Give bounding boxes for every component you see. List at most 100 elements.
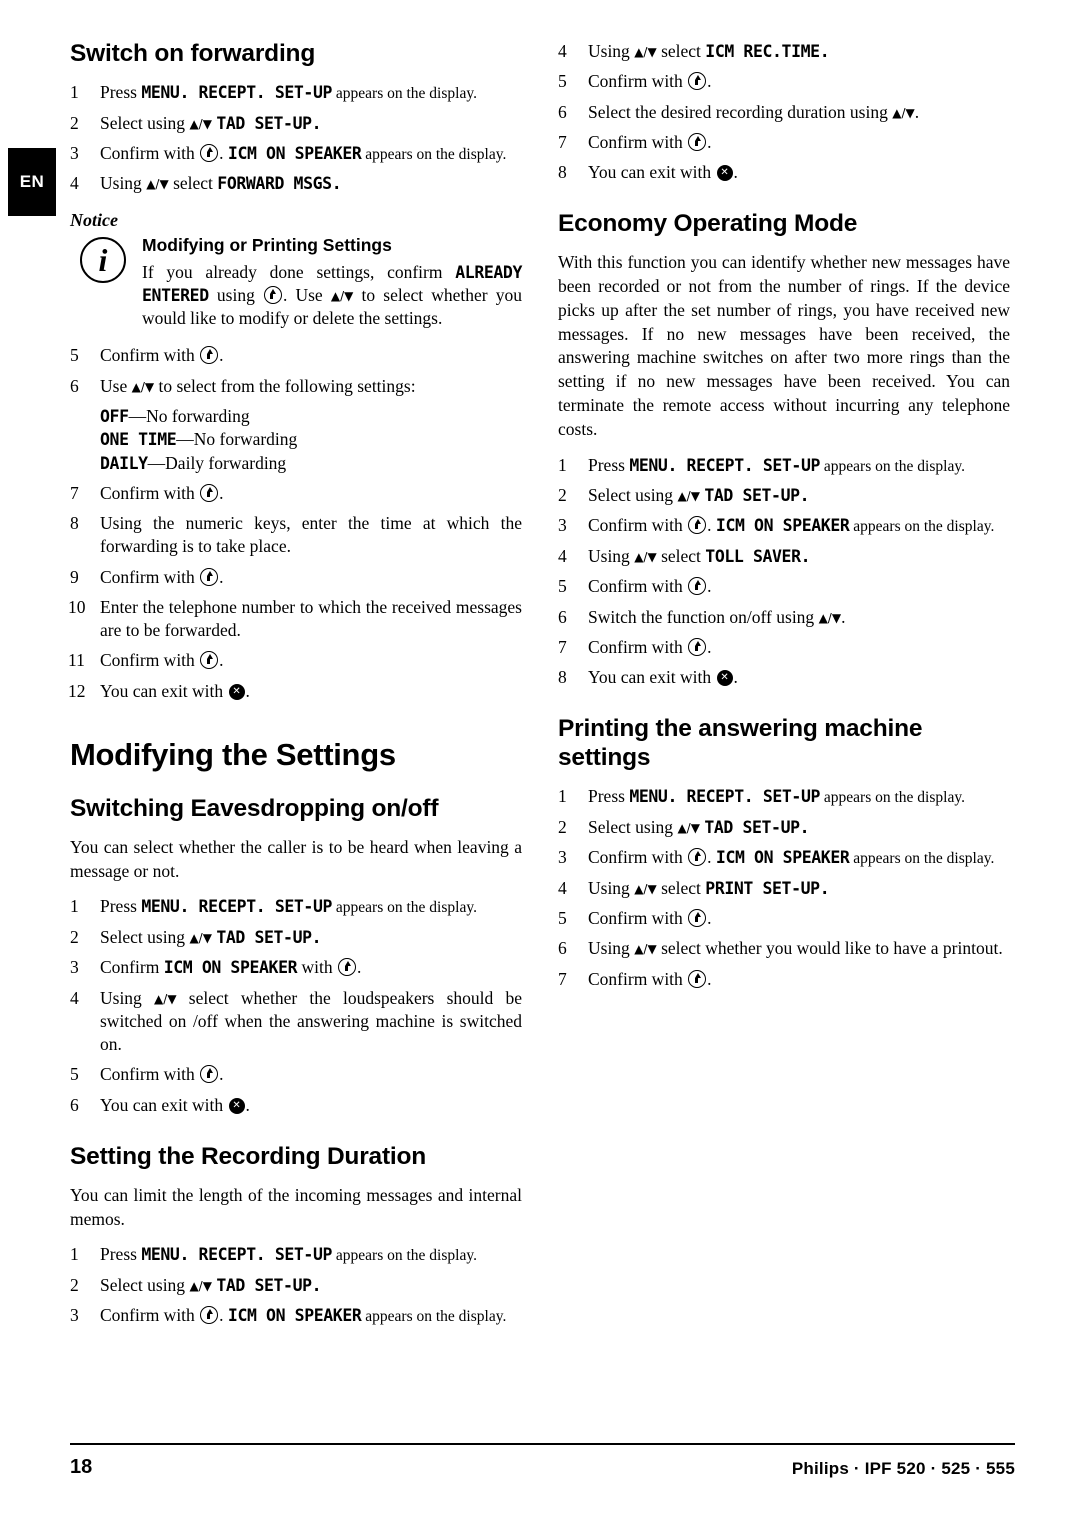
menu-keyword: RECEPT. SET-UP (198, 897, 333, 917)
menu-keyword: . (819, 878, 830, 898)
step-text: . (707, 847, 716, 868)
menu-keyword: TAD SET-UP (216, 1275, 312, 1295)
steps-switch-on-forwarding-3: 7 Confirm with . 8 Using the numeric keys, … (68, 482, 522, 703)
footer-brand: Philips · IPF 520 · 525 · 555 (791, 1459, 1015, 1478)
up-down-arrows-icon: ▲/▼ (146, 177, 169, 192)
step-text: select (656, 877, 706, 898)
step-text: . (219, 1064, 224, 1085)
ok-button-icon (263, 285, 282, 304)
step-number: 12 (68, 680, 86, 701)
ok-button-icon (688, 72, 707, 91)
step-text: . (707, 515, 716, 536)
ok-button-icon (688, 132, 707, 151)
forwarding-settings-list: OFF—No forwarding ONE TIME—No forwarding D… (70, 405, 522, 475)
step-text: appears on the display. (332, 84, 477, 102)
menu-keyword: ICM ON SPEAKER (227, 143, 362, 163)
instruction-step: 1 Press MENU. RECEPT. SET-UP appears on t… (70, 81, 522, 105)
step-text: Select using (100, 112, 190, 133)
step-text: . (707, 907, 712, 928)
instruction-step: 5 Confirm with . (558, 907, 1010, 930)
step-text: . (733, 667, 738, 688)
step-text: . (707, 968, 712, 989)
up-down-arrows-icon: ▲/▼ (892, 105, 915, 120)
instruction-step: 2 Select using ▲/▼ TAD SET-UP. (558, 484, 1010, 507)
step-number: 7 (70, 482, 79, 503)
step-number: 8 (558, 162, 567, 183)
up-down-arrows-icon: ▲/▼ (818, 610, 842, 625)
menu-keyword: . (311, 1275, 322, 1295)
menu-keyword: ICM ON SPEAKER (715, 848, 850, 868)
step-text: . (707, 576, 712, 597)
step-number: 6 (70, 1094, 79, 1115)
ok-button-icon (200, 1065, 219, 1084)
footer-divider (70, 1443, 1015, 1445)
up-down-arrows-icon: ▲/▼ (677, 489, 700, 504)
step-number: 1 (70, 1244, 79, 1265)
menu-keyword: MENU (141, 1245, 180, 1265)
instruction-step: 12 You can exit with . (68, 680, 522, 703)
instruction-step: 6 Select the desired recording duration u… (558, 101, 1010, 124)
menu-keyword: . (800, 547, 811, 567)
ok-button-icon (200, 483, 219, 502)
right-column: 4 Using ▲/▼ select ICM REC.TIME. 5 Confirm … (558, 40, 1010, 998)
step-number: 11 (68, 650, 85, 671)
step-text: Confirm with (100, 482, 200, 503)
step-text: Confirm with (100, 566, 200, 587)
instruction-step: 8 You can exit with . (558, 666, 1010, 689)
steps-switch-on-forwarding-2: 5 Confirm with . 6 Use ▲/▼ to select from t… (70, 344, 522, 398)
instruction-step: 9 Confirm with . (70, 566, 522, 589)
up-down-arrows-icon: ▲/▼ (634, 881, 657, 896)
step-text: Press (100, 896, 142, 917)
instruction-step: 6 Use ▲/▼ to select from the following se… (70, 375, 522, 398)
up-down-arrows-icon: ▲/▼ (189, 931, 212, 946)
heading-economy-operating-mode: Economy Operating Mode (558, 210, 858, 238)
menu-keyword: . (799, 486, 810, 506)
instruction-step: 5 Confirm with . (558, 70, 1010, 93)
step-number: 3 (558, 847, 567, 868)
step-text: Confirm with (588, 968, 688, 989)
step-number: 2 (558, 485, 567, 506)
step-number: 5 (70, 345, 79, 366)
ok-button-icon (688, 516, 707, 535)
step-number: 8 (70, 513, 79, 534)
ok-button-icon (688, 848, 707, 867)
instruction-step: 1 Press MENU. RECEPT. SET-UP appears on t… (70, 895, 522, 919)
step-text: Confirm with (588, 636, 688, 657)
step-text: Confirm with (588, 515, 688, 536)
menu-keyword: RECEPT. SET-UP (198, 1245, 333, 1265)
menu-keyword: . (311, 928, 322, 948)
heading-modifying-the-settings: Modifying the Settings (70, 736, 396, 772)
step-text: You can exit with (100, 1094, 228, 1115)
info-icon: i (80, 236, 126, 283)
ok-button-icon (688, 908, 707, 927)
step-number: 5 (558, 576, 567, 597)
instruction-step: 2 Select using ▲/▼ TAD SET-UP. (70, 1274, 522, 1297)
instruction-step: 4 Using ▲/▼ select TOLL SAVER. (558, 545, 1010, 568)
menu-keyword: . (667, 787, 687, 807)
step-number: 1 (70, 81, 79, 102)
instruction-step: 2 Select using ▲/▼ TAD SET-UP. (70, 926, 522, 949)
ok-button-icon (200, 346, 219, 365)
step-text: appears on the display. (849, 518, 995, 536)
step-text: appears on the display. (849, 850, 995, 868)
step-text: Confirm (100, 957, 164, 978)
step-number: 5 (70, 1064, 79, 1085)
up-down-arrows-icon: ▲/▼ (634, 45, 657, 59)
step-number: 1 (558, 786, 567, 807)
menu-keyword: RECEPT. SET-UP (686, 787, 821, 807)
notice-text-after: . Use (282, 284, 331, 305)
intro-recording-duration: You can limit the length of the incoming… (70, 1184, 522, 1229)
step-text: Select using (588, 816, 678, 837)
notice-body: i Modifying or Printing Settings If you … (70, 235, 522, 331)
stop-button-icon (716, 164, 733, 182)
menu-keyword: . (799, 817, 810, 837)
instruction-step: 7 Confirm with . (558, 636, 1010, 659)
step-number: 2 (70, 112, 79, 133)
step-text: . (914, 101, 920, 122)
step-text: Confirm with (100, 345, 200, 366)
menu-keyword: MENU (629, 455, 668, 475)
instruction-step: 6 Using ▲/▼ select whether you would like… (558, 937, 1010, 960)
steps-printing-settings: 1 Press MENU. RECEPT. SET-UP appears on t… (558, 785, 1010, 991)
menu-keyword: . (179, 1245, 199, 1265)
instruction-step: 5 Confirm with . (558, 575, 1010, 598)
